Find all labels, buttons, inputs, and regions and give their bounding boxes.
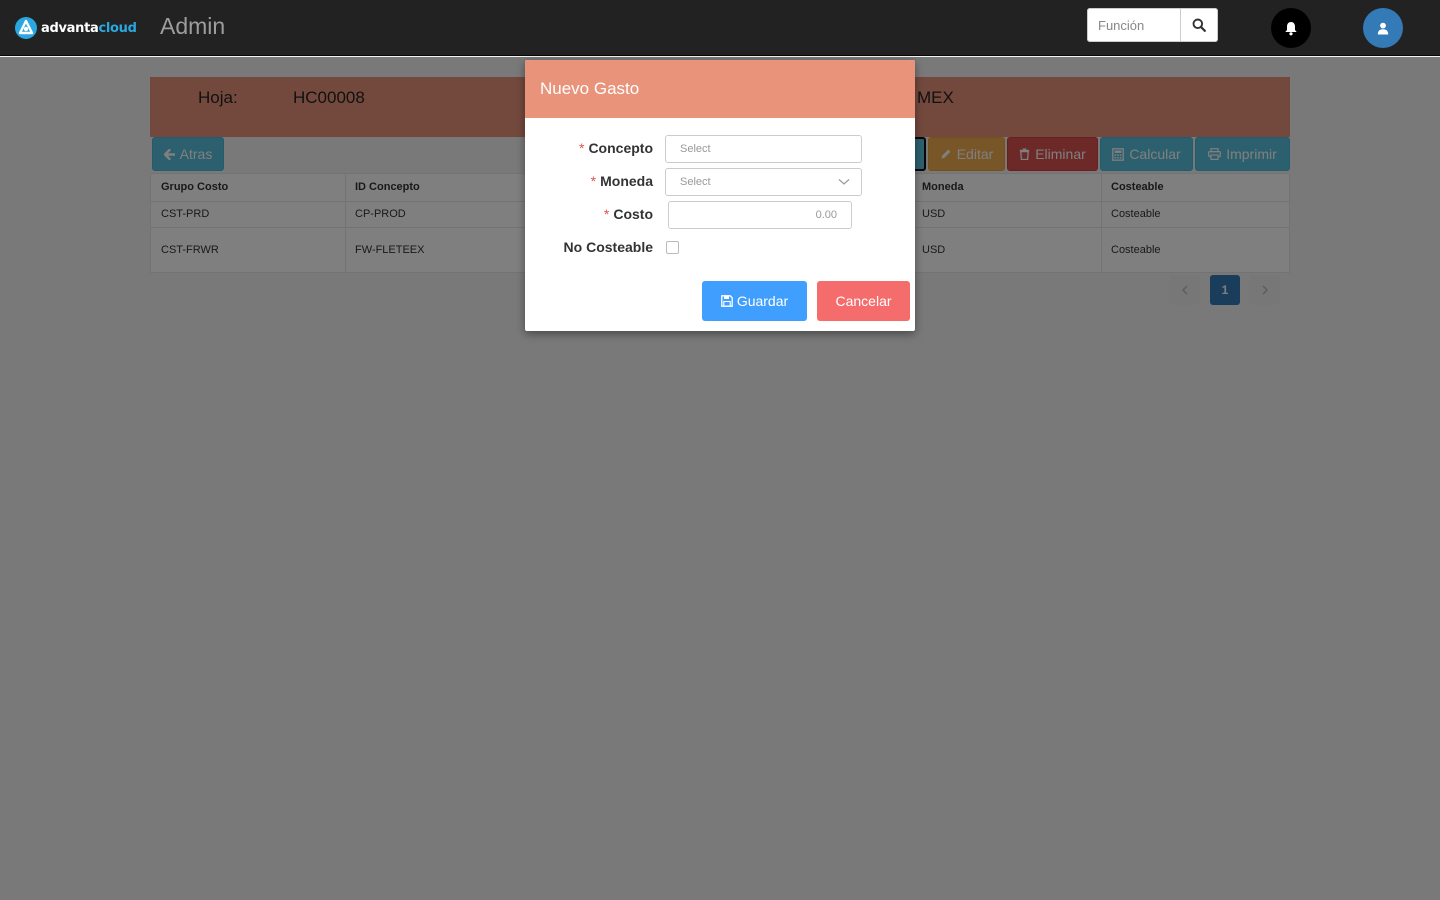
- moneda-label: * Moneda: [590, 173, 653, 189]
- function-search: [1087, 8, 1218, 42]
- costo-input[interactable]: 0.00: [668, 201, 852, 229]
- search-icon: [1192, 18, 1206, 32]
- costo-placeholder: 0.00: [815, 209, 837, 221]
- moneda-placeholder: Select: [680, 176, 711, 188]
- save-button-label: Guardar: [736, 293, 789, 309]
- function-search-input[interactable]: [1087, 8, 1180, 42]
- brand-logo[interactable]: advantacloud: [14, 15, 137, 41]
- brand-wordmark: advantacloud: [41, 20, 137, 36]
- user-menu-button[interactable]: [1363, 8, 1403, 48]
- cancel-button[interactable]: Cancelar: [817, 281, 910, 321]
- costo-label: * Costo: [603, 206, 653, 222]
- app-title: Admin: [160, 13, 226, 39]
- concepto-label: * Concepto: [578, 140, 653, 156]
- logo-icon: [15, 17, 37, 39]
- concepto-placeholder: Select: [680, 143, 711, 155]
- bell-icon: [1285, 21, 1297, 35]
- dialog-title: Nuevo Gasto: [540, 79, 640, 98]
- chevron-down-icon: [838, 179, 850, 185]
- required-marker: *: [578, 140, 585, 156]
- dialog-header: Nuevo Gasto: [525, 60, 915, 118]
- required-marker: *: [603, 206, 610, 222]
- floppy-disk-icon: [720, 295, 733, 307]
- save-button[interactable]: Guardar: [702, 281, 807, 321]
- search-button[interactable]: [1180, 8, 1218, 42]
- no-costeable-checkbox[interactable]: [666, 241, 679, 254]
- user-icon: [1377, 22, 1389, 34]
- new-expense-dialog: Nuevo Gasto * Concepto Select * Moneda Sel…: [525, 60, 915, 331]
- moneda-select[interactable]: Select: [665, 168, 862, 196]
- no-costeable-label: No Costeable: [563, 239, 653, 255]
- top-navbar: advantacloud Admin: [0, 0, 1440, 56]
- concepto-select[interactable]: Select: [665, 135, 862, 163]
- notifications-button[interactable]: [1271, 8, 1311, 48]
- required-marker: *: [590, 173, 597, 189]
- cancel-button-label: Cancelar: [835, 293, 892, 309]
